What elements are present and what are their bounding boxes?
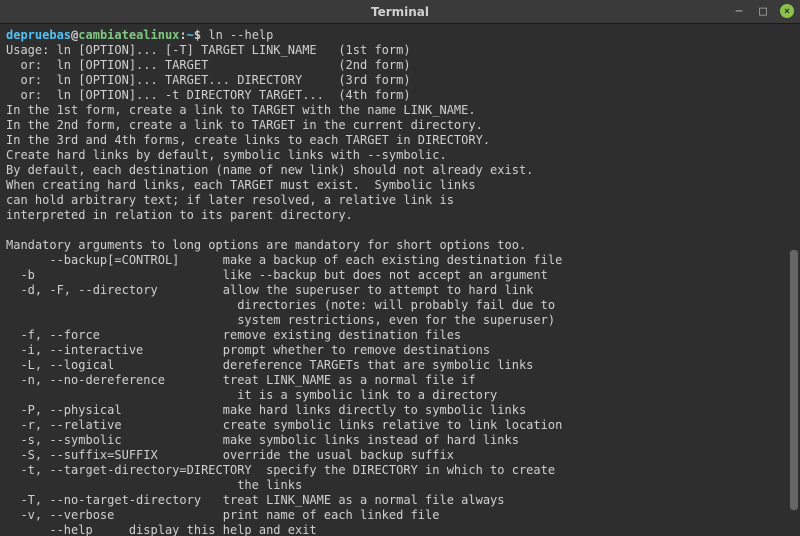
window-title: Terminal xyxy=(371,5,429,19)
scrollbar-track[interactable] xyxy=(790,30,798,520)
prompt-user: depruebas xyxy=(6,28,71,42)
output-line: --help display this help and exit xyxy=(6,523,317,536)
window-controls: − □ × xyxy=(732,4,794,18)
output-line: or: ln [OPTION]... TARGET (2nd form) xyxy=(6,58,411,72)
output-line: Create hard links by default, symbolic l… xyxy=(6,148,447,162)
close-button[interactable]: × xyxy=(780,4,794,18)
output-line: the links xyxy=(6,478,302,492)
output-line: --backup[=CONTROL] make a backup of each… xyxy=(6,253,562,267)
output-line: -S, --suffix=SUFFIX override the usual b… xyxy=(6,448,454,462)
output-line: In the 3rd and 4th forms, create links t… xyxy=(6,133,490,147)
output-line: directories (note: will probably fail du… xyxy=(6,298,555,312)
titlebar: Terminal − □ × xyxy=(0,0,800,24)
output-line: -r, --relative create symbolic links rel… xyxy=(6,418,562,432)
output-line: In the 2nd form, create a link to TARGET… xyxy=(6,118,483,132)
output-line: -i, --interactive prompt whether to remo… xyxy=(6,343,490,357)
output-line: -b like --backup but does not accept an … xyxy=(6,268,548,282)
maximize-button[interactable]: □ xyxy=(756,4,770,18)
output-line: -n, --no-dereference treat LINK_NAME as … xyxy=(6,373,476,387)
output-line: Usage: ln [OPTION]... [-T] TARGET LINK_N… xyxy=(6,43,411,57)
output-line: -f, --force remove existing destination … xyxy=(6,328,461,342)
output-line: -s, --symbolic make symbolic links inste… xyxy=(6,433,519,447)
prompt-path: ~ xyxy=(187,28,194,42)
output-line: interpreted in relation to its parent di… xyxy=(6,208,353,222)
output-line: -t, --target-directory=DIRECTORY specify… xyxy=(6,463,555,477)
output-line: By default, each destination (name of ne… xyxy=(6,163,533,177)
output-line: -T, --no-target-directory treat LINK_NAM… xyxy=(6,493,505,507)
output-line: -v, --verbose print name of each linked … xyxy=(6,508,439,522)
output-line: In the 1st form, create a link to TARGET… xyxy=(6,103,476,117)
output-line: -d, -F, --directory allow the superuser … xyxy=(6,283,533,297)
output-line: Mandatory arguments to long options are … xyxy=(6,238,526,252)
output-line: or: ln [OPTION]... TARGET... DIRECTORY (… xyxy=(6,73,411,87)
output-line: or: ln [OPTION]... -t DIRECTORY TARGET..… xyxy=(6,88,411,102)
output-line: it is a symbolic link to a directory xyxy=(6,388,497,402)
prompt-host: cambiatealinux xyxy=(78,28,179,42)
minimize-button[interactable]: − xyxy=(732,4,746,18)
prompt-colon: : xyxy=(179,28,186,42)
output-line: -L, --logical dereference TARGETs that a… xyxy=(6,358,533,372)
output-line: can hold arbitrary text; if later resolv… xyxy=(6,193,454,207)
command-text: ln --help xyxy=(208,28,273,42)
output-line: When creating hard links, each TARGET mu… xyxy=(6,178,476,192)
scrollbar-thumb[interactable] xyxy=(790,250,798,510)
prompt-dollar: $ xyxy=(194,28,201,42)
terminal-body[interactable]: depruebas@cambiatealinux:~$ ln --help Us… xyxy=(0,24,800,536)
output-line: -P, --physical make hard links directly … xyxy=(6,403,526,417)
output-line: system restrictions, even for the superu… xyxy=(6,313,555,327)
